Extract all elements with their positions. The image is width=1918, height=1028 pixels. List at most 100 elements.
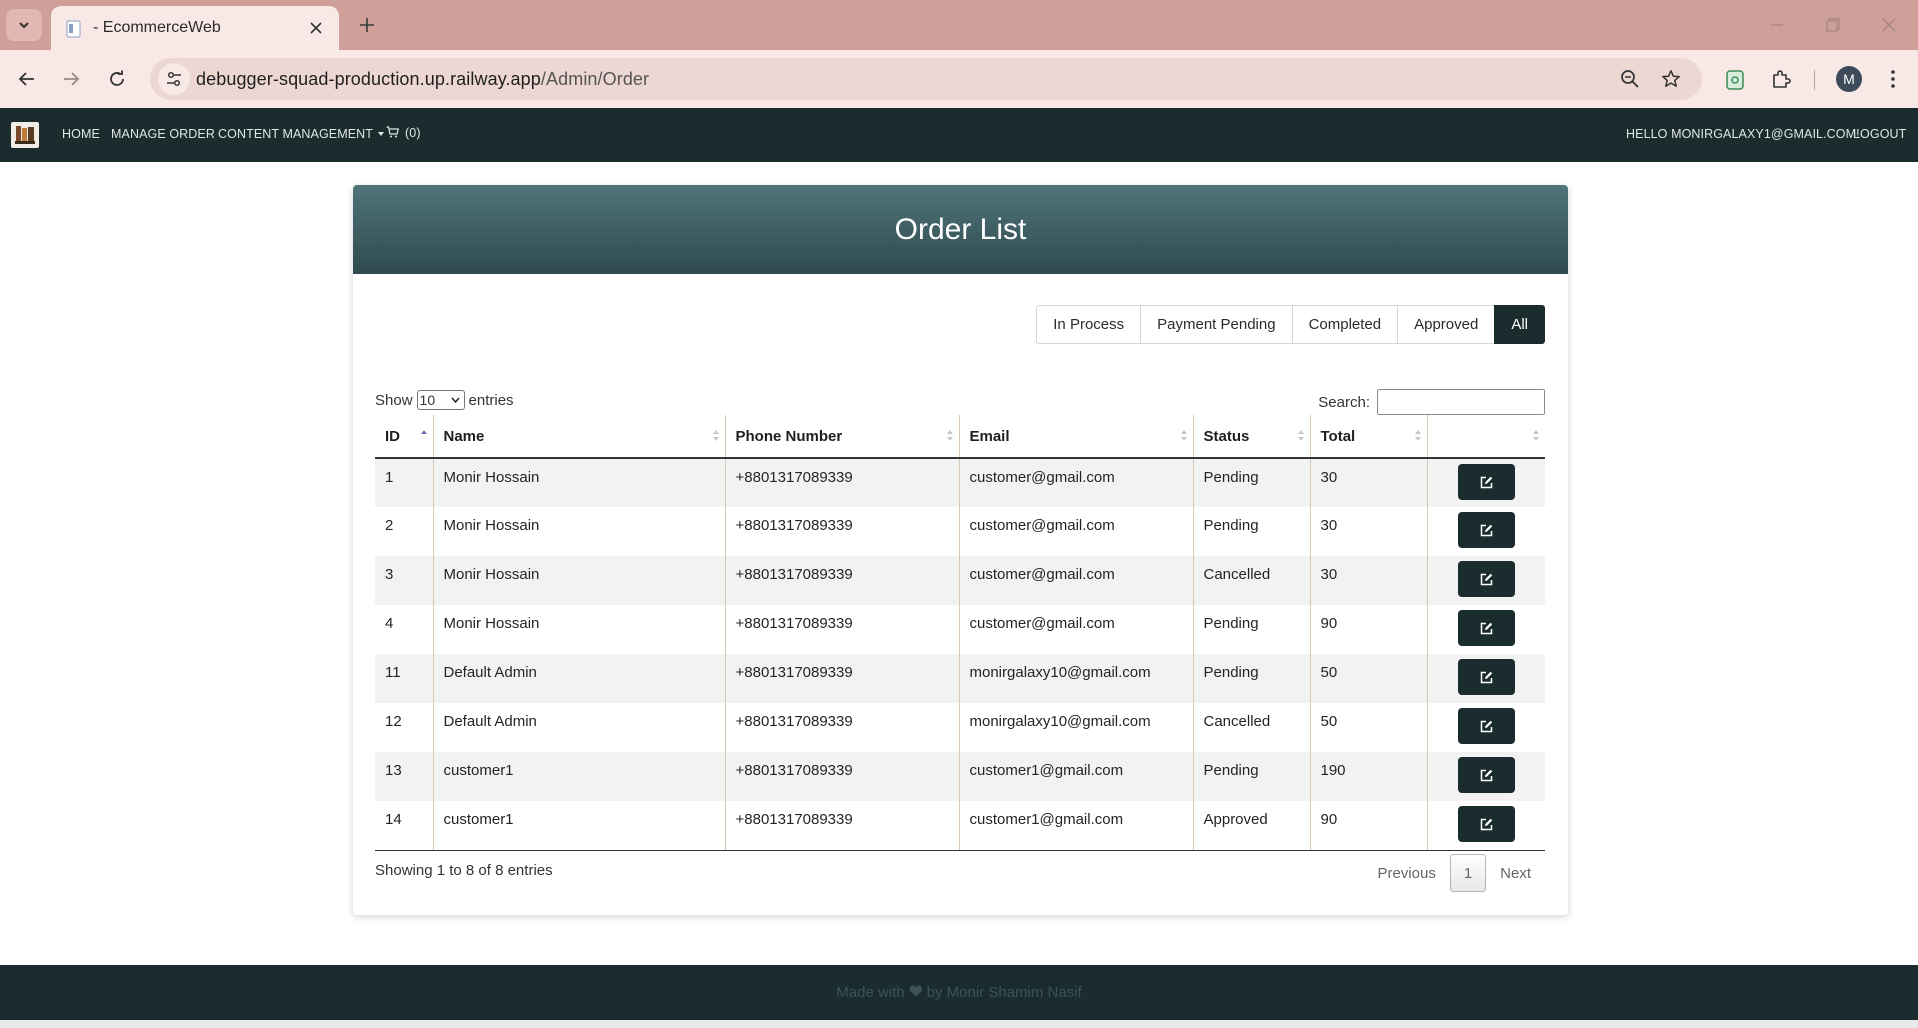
user-greeting[interactable]: HELLO MONIRGALAXY1@GMAIL.COM!	[1626, 127, 1860, 141]
nav-home[interactable]: HOME	[62, 127, 100, 141]
card-header: Order List	[353, 185, 1568, 274]
edit-order-button[interactable]	[1457, 512, 1515, 548]
nav-cart[interactable]: (0)	[386, 126, 421, 140]
zoom-out-icon	[1621, 70, 1639, 88]
search-input[interactable]	[1377, 389, 1545, 415]
cell-total: 30	[1310, 556, 1428, 605]
page-title: Order List	[894, 212, 1027, 246]
plus-icon	[360, 18, 374, 32]
sort-icon	[712, 430, 719, 442]
table-row: 13 customer1 +8801317089339 customer1@gmail…	[375, 752, 1545, 801]
page-length-select[interactable]: 10	[416, 390, 465, 410]
column-header-label: Status	[1203, 427, 1250, 445]
cell-email: customer@gmail.com	[959, 556, 1194, 605]
column-header-status[interactable]: Status	[1193, 415, 1311, 459]
heart-icon	[909, 984, 923, 1001]
zoom-button[interactable]	[1618, 67, 1642, 91]
close-icon	[1882, 18, 1896, 32]
nav-manage-order[interactable]: MANAGE ORDER	[111, 127, 215, 141]
column-header-email[interactable]: Email	[959, 415, 1194, 459]
tab-search-button[interactable]	[6, 9, 42, 41]
page-icon	[66, 20, 81, 38]
show-label: Show	[375, 391, 413, 409]
nav-content-management-label: CONTENT MANAGEMENT	[218, 127, 374, 141]
cell-id: 14	[375, 801, 434, 851]
pagination-previous[interactable]: Previous	[1363, 854, 1449, 892]
sort-ascending-icon	[420, 430, 427, 442]
cell-name: customer1	[433, 801, 726, 851]
edit-order-button[interactable]	[1457, 659, 1515, 695]
minimize-button[interactable]	[1762, 10, 1792, 40]
edit-icon	[1480, 524, 1492, 536]
edit-order-button[interactable]	[1457, 757, 1515, 793]
edit-icon	[1480, 573, 1492, 585]
cell-phone: +8801317089339	[725, 752, 960, 801]
column-header-phone[interactable]: Phone Number	[725, 415, 960, 459]
cell-id: 2	[375, 507, 434, 556]
back-button[interactable]	[11, 63, 43, 95]
cell-phone: +8801317089339	[725, 556, 960, 605]
page-length-value: 10	[419, 392, 436, 408]
toolbar-divider	[1814, 70, 1815, 90]
cell-status: Pending	[1193, 458, 1311, 507]
column-header-id[interactable]: ID	[375, 415, 434, 459]
cell-email: customer1@gmail.com	[959, 752, 1194, 801]
filter-all[interactable]: All	[1494, 305, 1545, 344]
site-info-button[interactable]	[158, 63, 190, 95]
edit-order-button[interactable]	[1457, 464, 1515, 500]
restore-button[interactable]	[1818, 10, 1848, 40]
browser-tab[interactable]: - EcommerceWeb	[51, 6, 339, 50]
filter-payment-pending[interactable]: Payment Pending	[1140, 305, 1293, 344]
cell-name: customer1	[433, 752, 726, 801]
cell-total: 90	[1310, 801, 1428, 851]
cell-phone: +8801317089339	[725, 605, 960, 654]
column-header-total[interactable]: Total	[1310, 415, 1428, 459]
brand-logo[interactable]	[11, 122, 39, 148]
new-tab-button[interactable]	[354, 12, 380, 38]
close-icon[interactable]	[305, 17, 327, 39]
logout-link[interactable]: LOGOUT	[1853, 127, 1906, 141]
cell-phone: +8801317089339	[725, 703, 960, 752]
profile-avatar[interactable]: M	[1836, 66, 1862, 92]
orders-table: ID Name Phone Number Email Status Total …	[375, 415, 1545, 851]
extension-button[interactable]	[1719, 63, 1751, 95]
address-bar[interactable]: debugger-squad-production.up.railway.app…	[150, 58, 1702, 100]
edit-order-button[interactable]	[1457, 561, 1515, 597]
cell-email: customer@gmail.com	[959, 605, 1194, 654]
footer-author: by Monir Shamim Nasif	[926, 984, 1082, 1001]
reload-icon	[110, 70, 124, 86]
table-info: Showing 1 to 8 of 8 entries	[375, 862, 553, 879]
cell-email: customer@gmail.com	[959, 458, 1194, 507]
edit-order-button[interactable]	[1457, 610, 1515, 646]
column-header-actions[interactable]	[1427, 415, 1545, 459]
pagination-page-current[interactable]: 1	[1449, 854, 1487, 892]
bookmark-button[interactable]	[1659, 67, 1683, 91]
forward-button[interactable]	[55, 63, 87, 95]
column-header-label: Phone Number	[735, 427, 843, 445]
filter-completed[interactable]: Completed	[1291, 305, 1399, 344]
column-header-label: Email	[969, 427, 1010, 445]
table-row: 1 Monir Hossain +8801317089339 customer@gma…	[375, 458, 1545, 507]
browser-menu-button[interactable]	[1877, 63, 1909, 95]
filter-approved[interactable]: Approved	[1397, 305, 1496, 344]
table-row: 14 customer1 +8801317089339 customer1@gmail…	[375, 801, 1545, 851]
column-header-name[interactable]: Name	[433, 415, 726, 459]
cell-id: 3	[375, 556, 434, 605]
edit-order-button[interactable]	[1457, 708, 1515, 744]
edit-order-button[interactable]	[1457, 806, 1515, 842]
nav-content-management[interactable]: CONTENT MANAGEMENT	[218, 127, 385, 141]
pagination-next[interactable]: Next	[1486, 854, 1545, 892]
extensions-menu-button[interactable]	[1765, 63, 1797, 95]
filter-in-process[interactable]: In Process	[1036, 305, 1142, 344]
entries-length-control: Show 10 entries	[375, 390, 514, 410]
cell-status: Pending	[1193, 605, 1311, 654]
edit-icon	[1480, 476, 1492, 488]
window-close-button[interactable]	[1874, 10, 1904, 40]
reload-button[interactable]	[101, 63, 133, 95]
browser-tabstrip: - EcommerceWeb	[0, 0, 1918, 50]
url-path: /Admin/Order	[540, 69, 650, 89]
search-label: Search:	[1318, 393, 1370, 411]
cell-id: 1	[375, 458, 434, 507]
cell-status: Cancelled	[1193, 556, 1311, 605]
pagination: Previous 1 Next	[1363, 854, 1545, 892]
